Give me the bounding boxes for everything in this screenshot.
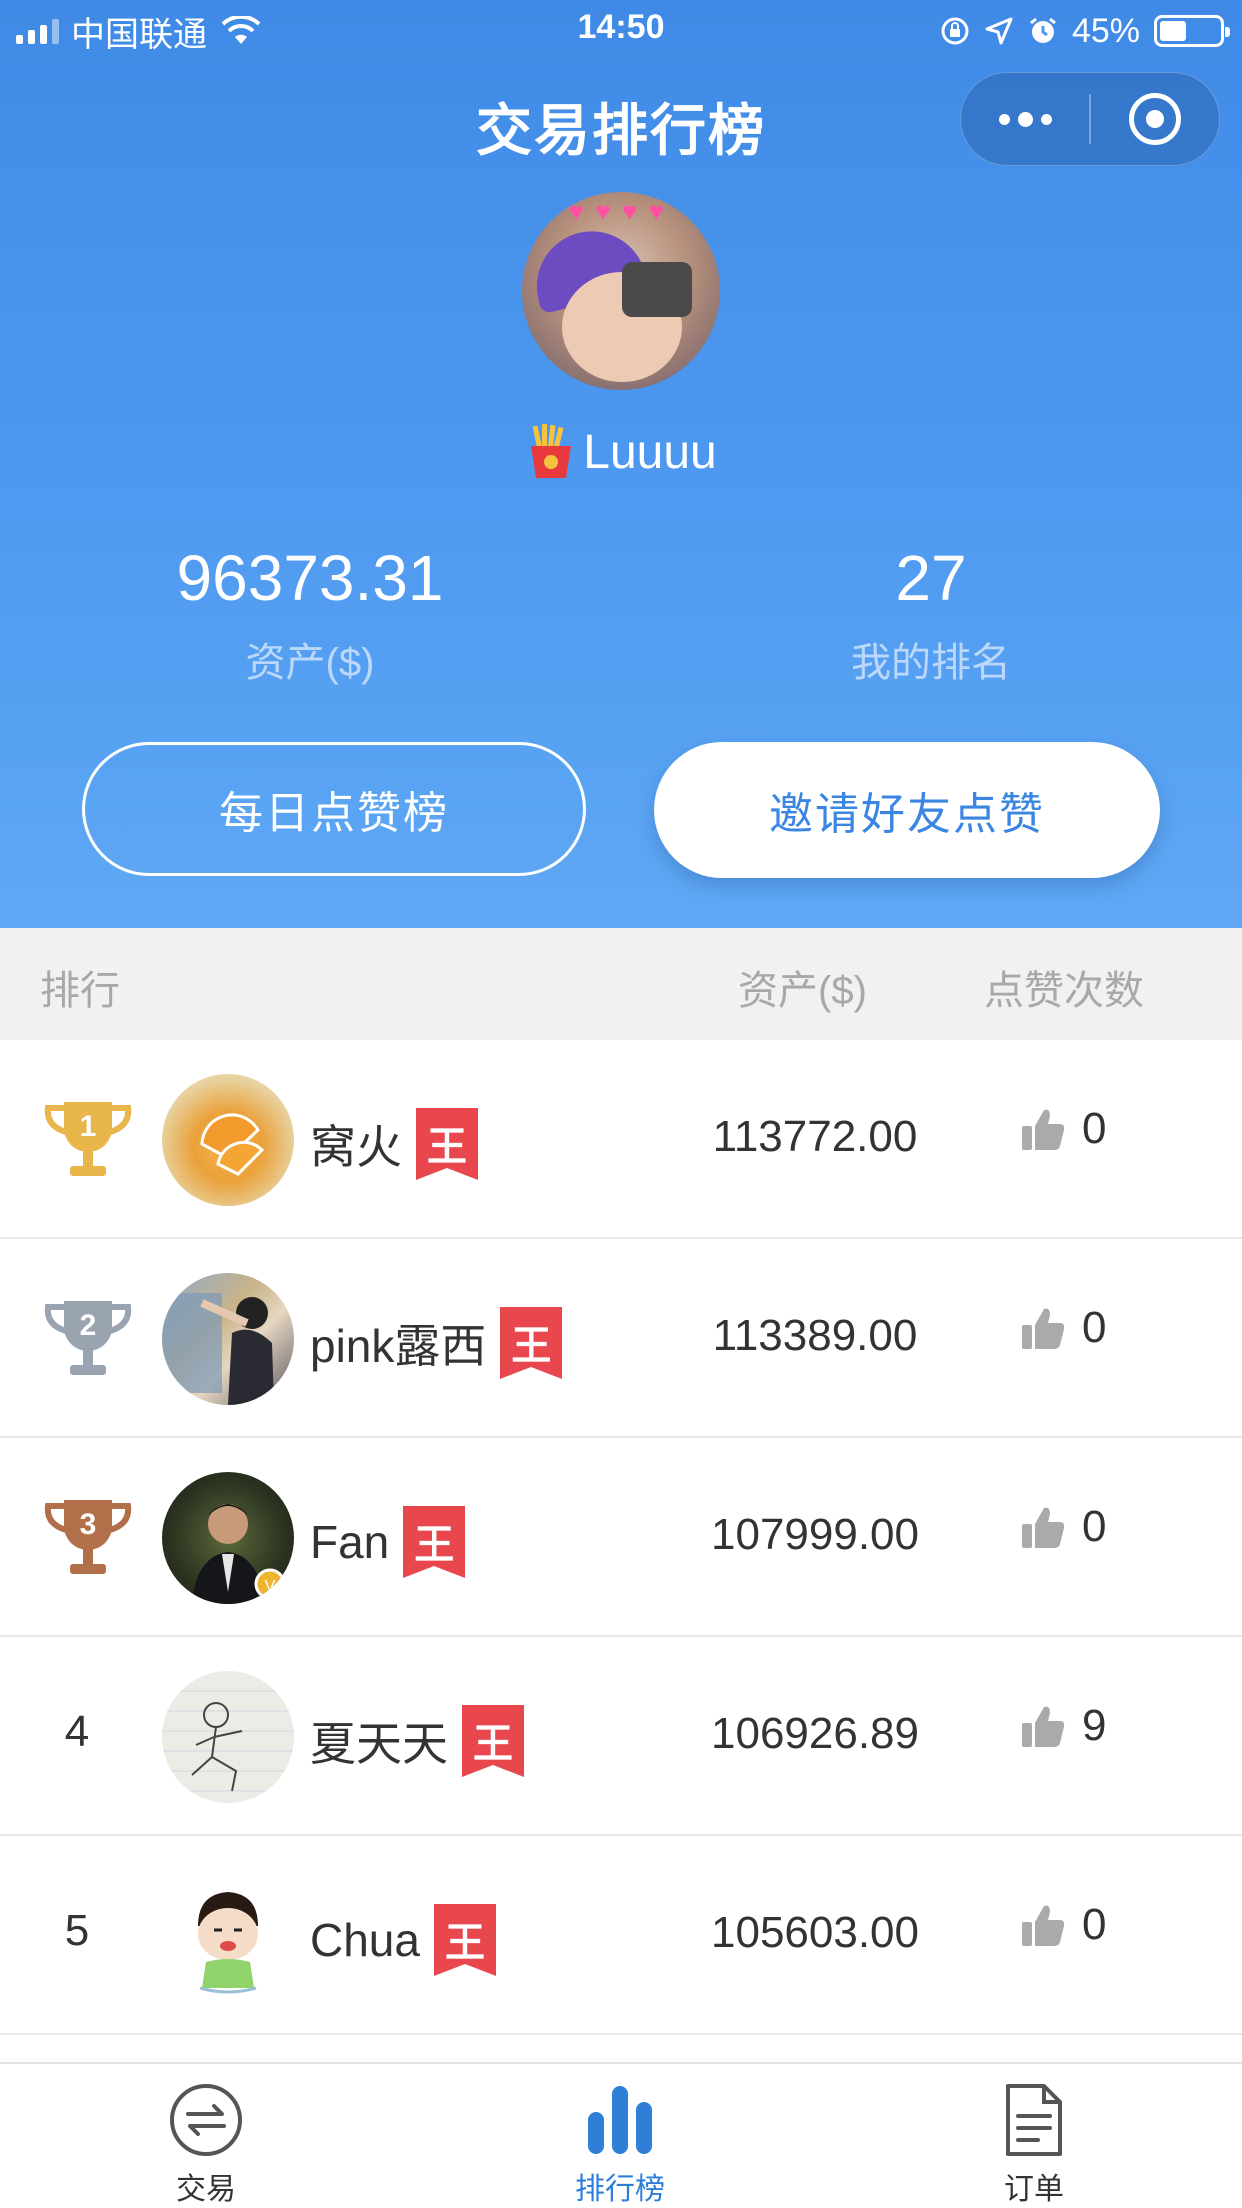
battery-icon bbox=[1154, 15, 1230, 47]
table-row[interactable]: 2 pink露西 王 113389.00 0 bbox=[0, 1239, 1242, 1438]
row-assets: 106926.89 bbox=[711, 1709, 919, 1758]
svg-text:V: V bbox=[265, 1578, 276, 1595]
king-badge: 王 bbox=[462, 1705, 524, 1777]
table-row[interactable]: 3 V Fan 王 107999.00 0 bbox=[0, 1438, 1242, 1637]
tab-label: 交易 bbox=[176, 2173, 236, 2206]
user-avatar[interactable]: ♥ ♥ ♥ ♥ ♥ bbox=[522, 192, 720, 390]
tab-label: 订单 bbox=[1004, 2173, 1064, 2206]
thumbs-up-icon bbox=[1022, 1308, 1065, 1349]
exchange-icon bbox=[170, 2084, 242, 2156]
king-badge: 王 bbox=[416, 1108, 478, 1180]
trophy-rank-number: 3 bbox=[80, 1508, 97, 1541]
bar-chart-icon bbox=[588, 2086, 652, 2154]
trophy-rank-number: 2 bbox=[80, 1309, 97, 1342]
row-assets: 113389.00 bbox=[712, 1311, 918, 1360]
header-assets: 资产($) bbox=[738, 969, 867, 1013]
trophy-rank-number: 1 bbox=[80, 1110, 97, 1143]
rank-number: 5 bbox=[64, 1906, 90, 1955]
user-name: Luuuu bbox=[583, 425, 717, 479]
row-assets: 113772.00 bbox=[712, 1112, 918, 1161]
table-header: 排行 资产($) 点赞次数 bbox=[0, 928, 1242, 1040]
rank-number: 4 bbox=[64, 1707, 90, 1756]
row-user-name: Chua bbox=[310, 1914, 420, 1966]
rank-label: 我的排名 bbox=[851, 641, 1011, 685]
user-name-cell: 窝火 王 bbox=[310, 1108, 478, 1180]
user-name-cell: Fan 王 bbox=[310, 1506, 466, 1578]
table-row[interactable]: 1 窝火 王 113772.00 0 bbox=[0, 1040, 1242, 1239]
like-count: 0 bbox=[1082, 1900, 1107, 1949]
bronze-trophy-icon: 3 bbox=[44, 1500, 132, 1574]
row-user-name: 夏天天 bbox=[310, 1718, 448, 1770]
document-icon bbox=[1006, 2084, 1062, 2156]
like-control[interactable]: 9 bbox=[1020, 1701, 1106, 1751]
user-name-cell: 夏天天 王 bbox=[310, 1705, 524, 1777]
thumbs-up-icon bbox=[1022, 1109, 1065, 1150]
king-badge: 王 bbox=[500, 1307, 563, 1379]
thumbs-up-icon bbox=[1022, 1905, 1065, 1946]
tab-label: 排行榜 bbox=[575, 2173, 665, 2206]
avatar[interactable] bbox=[162, 1870, 294, 2002]
user-name-cell: pink露西 王 bbox=[310, 1307, 563, 1379]
tab-leaderboard[interactable]: 排行榜 bbox=[520, 2082, 720, 2208]
like-count: 0 bbox=[1082, 1303, 1107, 1352]
table-row[interactable]: 4 夏天天 王 106926.89 9 bbox=[0, 1637, 1242, 1836]
french-fries-emoji-icon bbox=[531, 424, 572, 478]
like-control[interactable]: 0 bbox=[1020, 1900, 1106, 1950]
battery-percent: 45% bbox=[1071, 11, 1140, 50]
like-count: 0 bbox=[1082, 1502, 1107, 1551]
daily-likes-button[interactable]: 每日点赞榜 bbox=[82, 742, 586, 876]
thumbs-up-icon bbox=[1022, 1706, 1065, 1747]
avatar[interactable]: V bbox=[162, 1472, 294, 1604]
assets-label: 资产($) bbox=[245, 641, 375, 685]
tab-trade[interactable]: 交易 bbox=[106, 2082, 306, 2208]
like-control[interactable]: 0 bbox=[1020, 1303, 1106, 1353]
user-name-cell: Chua 王 bbox=[310, 1904, 496, 1976]
alarm-icon bbox=[1030, 17, 1056, 43]
king-badge: 王 bbox=[433, 1904, 496, 1976]
user-name-row: Luuuu bbox=[0, 424, 1242, 480]
target-circle-icon bbox=[1128, 93, 1181, 145]
avatar[interactable] bbox=[162, 1671, 294, 1803]
gold-trophy-icon: 1 bbox=[44, 1102, 132, 1176]
like-count: 9 bbox=[1082, 1701, 1107, 1750]
assets-stat: 96373.31 资产($) bbox=[0, 540, 620, 688]
header-likes: 点赞次数 bbox=[984, 969, 1144, 1013]
location-icon bbox=[985, 17, 1013, 45]
row-assets: 107999.00 bbox=[711, 1510, 919, 1559]
orientation-lock-icon bbox=[941, 17, 969, 45]
silver-trophy-icon: 2 bbox=[44, 1301, 132, 1375]
row-user-name: pink露西 bbox=[310, 1320, 487, 1372]
like-control[interactable]: 0 bbox=[1020, 1104, 1106, 1154]
more-button[interactable] bbox=[961, 72, 1089, 166]
header-panel: 中国联通 14:50 45% 交易排行榜 ♥ ♥ ♥ ♥ ♥ Luuuu 963… bbox=[0, 0, 1242, 928]
thumbs-up-icon bbox=[1022, 1507, 1065, 1548]
like-count: 0 bbox=[1082, 1104, 1107, 1153]
avatar[interactable] bbox=[162, 1273, 294, 1405]
king-badge: 王 bbox=[403, 1506, 466, 1578]
like-control[interactable]: 0 bbox=[1020, 1502, 1106, 1552]
rank-value: 27 bbox=[895, 542, 967, 614]
miniprogram-capsule bbox=[960, 72, 1220, 166]
row-assets: 105603.00 bbox=[711, 1908, 919, 1957]
close-miniprogram-button[interactable] bbox=[1091, 72, 1219, 166]
tab-orders[interactable]: 订单 bbox=[934, 2082, 1134, 2208]
row-user-name: Fan bbox=[310, 1516, 390, 1568]
tab-bar: 交易 排行榜 订单 bbox=[0, 2062, 1242, 2208]
avatar[interactable] bbox=[162, 1074, 294, 1206]
row-user-name: 窝火 bbox=[310, 1121, 402, 1173]
header-rank: 排行 bbox=[40, 969, 120, 1013]
table-row[interactable]: 5 Chua 王 105603.00 0 bbox=[0, 1836, 1242, 2035]
more-dots-icon bbox=[998, 111, 1052, 127]
rank-stat: 27 我的排名 bbox=[621, 540, 1241, 688]
assets-value: 96373.31 bbox=[176, 542, 444, 614]
status-bar: 中国联通 14:50 45% bbox=[0, 0, 1242, 62]
invite-friends-button[interactable]: 邀请好友点赞 bbox=[654, 742, 1160, 878]
